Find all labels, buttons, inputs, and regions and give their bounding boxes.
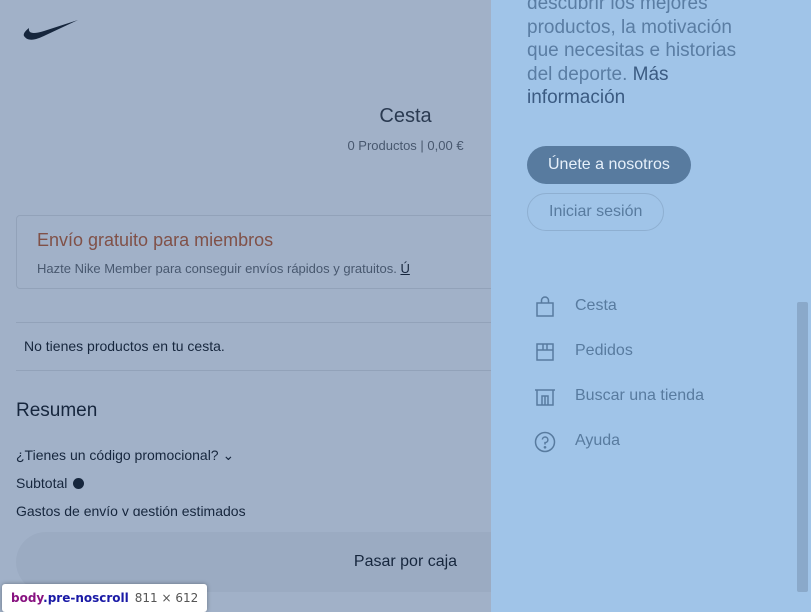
menu-item-label: Buscar una tienda — [575, 387, 704, 404]
promo-line: productos, la motivación — [527, 16, 732, 38]
help-icon — [534, 431, 556, 453]
more-info-link[interactable]: información — [527, 87, 625, 108]
devtools-element-tooltip: body.pre-noscroll 811 × 612 — [2, 584, 208, 612]
join-button[interactable]: Únete a nosotros — [527, 146, 691, 184]
promo-line: que necesitas e historias — [527, 40, 737, 61]
store-icon — [535, 389, 555, 406]
menu-item-label: Ayuda — [575, 432, 621, 449]
tooltip-tag: body — [11, 591, 44, 605]
promo-line: del deporte. — [527, 63, 633, 85]
menu-promo-text: descubrir los mejores productos, la moti… — [527, 0, 767, 110]
side-menu: descubrir los mejores productos, la moti… — [491, 0, 811, 612]
tooltip-class: .pre-noscroll — [43, 591, 129, 605]
scrollbar-thumb[interactable] — [797, 302, 808, 592]
menu-item-label: Pedidos — [575, 342, 633, 359]
box-icon — [536, 343, 554, 361]
login-button[interactable]: Iniciar sesión — [527, 193, 665, 231]
menu-scrollbar[interactable] — [794, 0, 811, 612]
tooltip-dimensions: 811 × 612 — [134, 591, 199, 605]
promo-line: descubrir los mejores — [527, 0, 708, 14]
more-info-link[interactable]: Más — [633, 64, 669, 85]
menu-item-label: Cesta — [575, 297, 617, 314]
bag-icon — [536, 296, 554, 317]
